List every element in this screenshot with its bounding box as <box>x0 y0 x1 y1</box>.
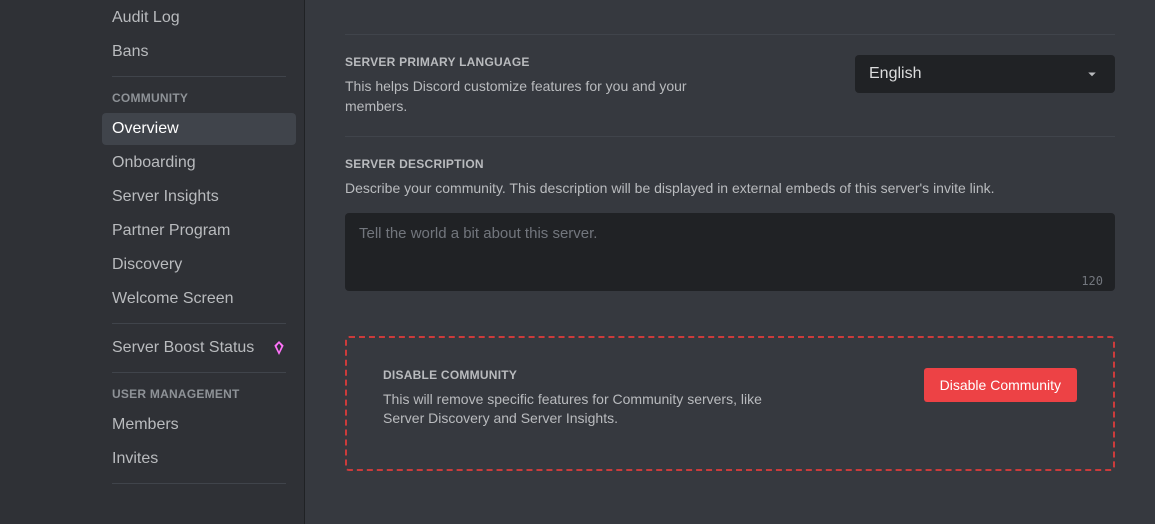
language-select[interactable]: English <box>855 55 1115 93</box>
settings-sidebar-region: Audit Log Bans Community Overview Onboar… <box>0 0 305 524</box>
sidebar-item-discovery[interactable]: Discovery <box>102 249 296 281</box>
sidebar-separator <box>112 372 286 373</box>
section-title-disable: Disable Community <box>383 368 783 382</box>
section-disable-community: Disable Community This will remove speci… <box>345 336 1115 471</box>
section-server-description: Server Description Describe your communi… <box>345 137 1115 316</box>
chevron-down-icon <box>1083 65 1101 83</box>
sidebar-item-server-insights[interactable]: Server Insights <box>102 181 296 213</box>
sidebar-separator <box>112 76 286 77</box>
sidebar-item-label: Server Insights <box>112 187 219 207</box>
sidebar-item-label: Bans <box>112 42 148 62</box>
sidebar-item-label: Onboarding <box>112 153 196 173</box>
section-desc-description: Describe your community. This descriptio… <box>345 179 1115 199</box>
sidebar-item-welcome-screen[interactable]: Welcome Screen <box>102 283 296 315</box>
server-description-textarea[interactable] <box>345 213 1115 291</box>
sidebar-item-label: Server Boost Status <box>112 338 254 358</box>
char-count: 120 <box>1081 274 1103 288</box>
section-desc-disable: This will remove specific features for C… <box>383 390 783 429</box>
sidebar-separator <box>112 483 286 484</box>
section-desc-language: This helps Discord customize features fo… <box>345 77 725 116</box>
sidebar-item-label: Members <box>112 415 179 435</box>
app-root: Audit Log Bans Community Overview Onboar… <box>0 0 1155 524</box>
disable-community-button[interactable]: Disable Community <box>924 368 1077 402</box>
sidebar-item-label: Overview <box>112 119 179 139</box>
sidebar-item-onboarding[interactable]: Onboarding <box>102 147 296 179</box>
sidebar-item-label: Audit Log <box>112 8 180 28</box>
language-select-value: English <box>869 65 921 83</box>
sidebar-item-audit-log[interactable]: Audit Log <box>102 2 296 34</box>
sidebar-item-label: Welcome Screen <box>112 289 234 309</box>
sidebar-item-members[interactable]: Members <box>102 409 296 441</box>
sidebar-separator <box>112 323 286 324</box>
sidebar-item-label: Partner Program <box>112 221 230 241</box>
section-primary-language: Server Primary Language This helps Disco… <box>345 35 1115 136</box>
section-title-description: Server Description <box>345 157 1115 171</box>
sidebar-item-bans[interactable]: Bans <box>102 36 296 68</box>
sidebar-item-label: Discovery <box>112 255 182 275</box>
settings-sidebar: Audit Log Bans Community Overview Onboar… <box>94 0 304 524</box>
sidebar-item-overview[interactable]: Overview <box>102 113 296 145</box>
settings-content: Server Primary Language This helps Disco… <box>305 0 1155 524</box>
sidebar-header-user-management: User Management <box>102 381 296 407</box>
sidebar-item-partner-program[interactable]: Partner Program <box>102 215 296 247</box>
section-title-language: Server Primary Language <box>345 55 725 69</box>
sidebar-item-server-boost-status[interactable]: Server Boost Status <box>102 332 296 364</box>
sidebar-item-label: Invites <box>112 449 158 469</box>
boost-gem-icon <box>272 341 286 355</box>
sidebar-item-invites[interactable]: Invites <box>102 443 296 475</box>
sidebar-header-community: Community <box>102 85 296 111</box>
